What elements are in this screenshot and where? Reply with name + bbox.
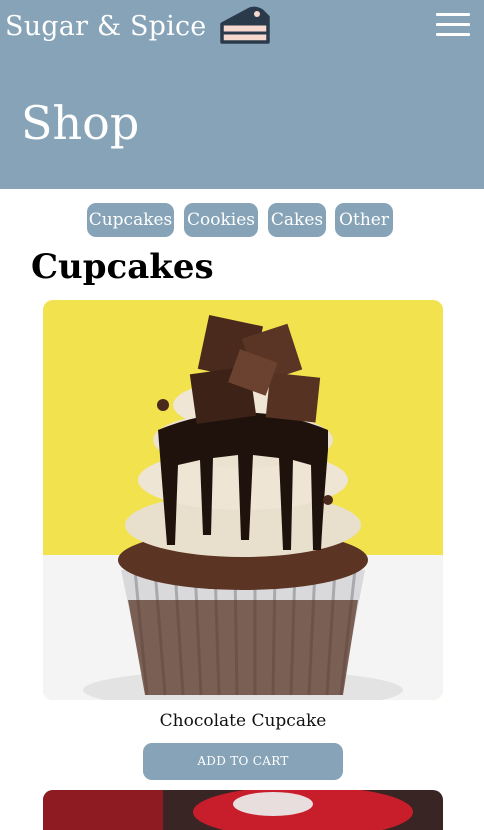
cake-slice-icon	[219, 6, 270, 44]
page-title: Shop	[21, 96, 140, 150]
product-name: Chocolate Cupcake	[159, 711, 327, 731]
red-cupcake-image[interactable]	[43, 790, 443, 830]
section-heading: Cupcakes	[31, 247, 214, 287]
site-header: Sugar & Spice Shop	[0, 0, 484, 189]
chocolate-cupcake-image[interactable]	[43, 300, 443, 700]
brand[interactable]: Sugar & Spice	[5, 4, 271, 48]
hamburger-menu-icon[interactable]	[436, 13, 470, 37]
category-button-cupcakes[interactable]: Cupcakes	[87, 203, 174, 237]
category-button-cookies[interactable]: Cookies	[184, 203, 258, 237]
category-nav: Cupcakes Cookies Cakes Other	[0, 203, 484, 237]
brand-name: Sugar & Spice	[5, 10, 207, 42]
category-button-cakes[interactable]: Cakes	[268, 203, 326, 237]
add-to-cart-button[interactable]: ADD TO CART	[143, 743, 343, 780]
category-button-other[interactable]: Other	[335, 203, 393, 237]
